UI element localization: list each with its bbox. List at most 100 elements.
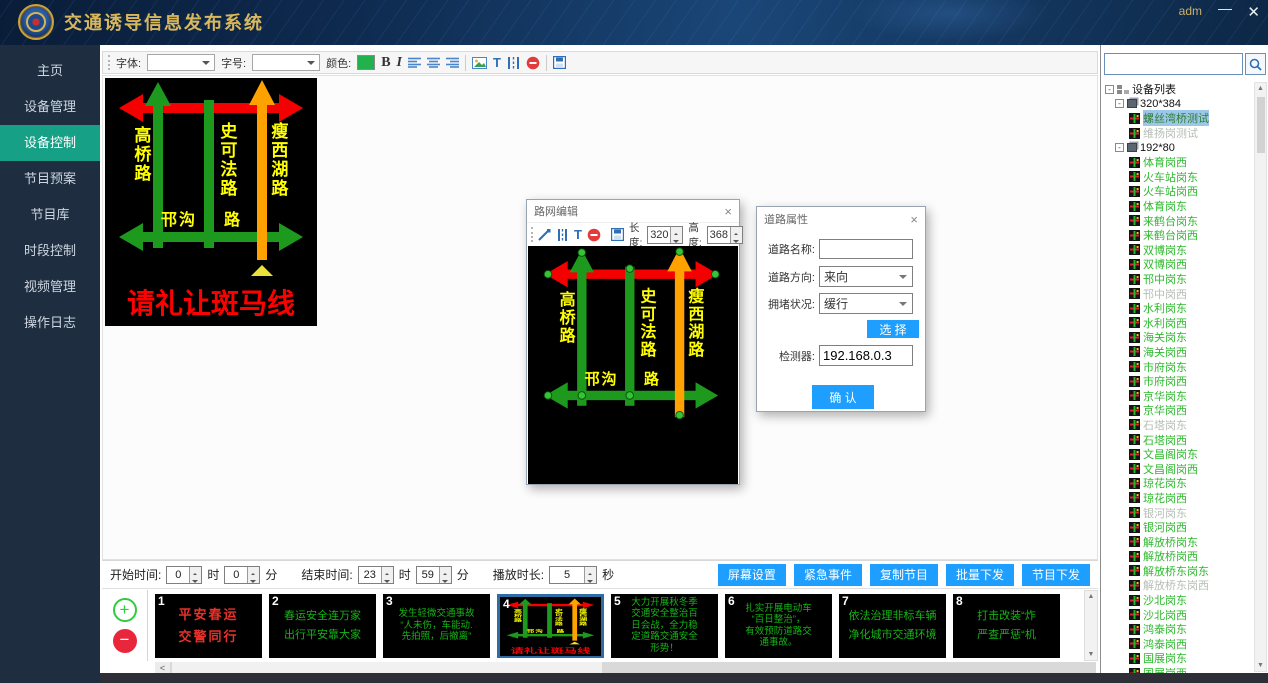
align-center-icon[interactable]	[427, 57, 440, 68]
device-tree-item[interactable]: 体育岗东	[1103, 199, 1256, 214]
sidebar-item[interactable]: 操作日志	[0, 305, 100, 341]
program-thumbnail[interactable]: 6扎实开展电动车“百日整治”，有效预防道路交通事故。	[725, 594, 832, 658]
device-tree-item[interactable]: 双博岗东	[1103, 243, 1256, 258]
align-left-icon[interactable]	[408, 57, 421, 68]
scrollbar-thumb[interactable]	[1257, 97, 1265, 153]
duration-stepper[interactable]: 5	[549, 566, 597, 584]
start-hour-stepper[interactable]: 0	[166, 566, 202, 584]
end-minute-stepper[interactable]: 59	[416, 566, 452, 584]
scroll-up-icon[interactable]: ▲	[1257, 85, 1264, 92]
program-thumbnail[interactable]: 2春运安全连万家出行平安靠大家	[269, 594, 376, 658]
sidebar-item[interactable]: 主页	[0, 53, 100, 89]
collapse-icon[interactable]: -	[1105, 85, 1114, 94]
start-minute-stepper[interactable]: 0	[224, 566, 260, 584]
device-search-input[interactable]	[1104, 53, 1243, 75]
device-tree-group[interactable]: -192*80	[1103, 140, 1256, 155]
program-thumbnail[interactable]: 8打击改装“炸严查严惩“机	[953, 594, 1060, 658]
sidebar-item[interactable]: 时段控制	[0, 233, 100, 269]
program-thumbnail[interactable]: 7依法治理非标车辆净化城市交通环境	[839, 594, 946, 658]
sidebar-item[interactable]: 设备管理	[0, 89, 100, 125]
size-select[interactable]	[252, 54, 320, 71]
device-tree-item[interactable]: 来鹤台岗东	[1103, 213, 1256, 228]
remove-program-button[interactable]: −	[113, 629, 137, 653]
device-tree-item[interactable]: 市府岗西	[1103, 374, 1256, 389]
device-tree-item[interactable]: 沙北岗东	[1103, 593, 1256, 608]
draw-line-icon[interactable]	[538, 229, 551, 241]
device-tree-item[interactable]: 文昌阁岗东	[1103, 447, 1256, 462]
align-right-icon[interactable]	[446, 57, 459, 68]
device-tree-item[interactable]: 京华岗东	[1103, 388, 1256, 403]
device-tree-item[interactable]: 海关岗西	[1103, 345, 1256, 360]
thumbnail-vertical-scrollbar[interactable]: ▲ ▼	[1084, 590, 1098, 661]
remove-icon[interactable]	[587, 228, 601, 242]
remove-icon[interactable]	[526, 56, 540, 70]
font-select[interactable]	[147, 54, 215, 71]
sidebar-item[interactable]: 设备控制	[0, 125, 100, 161]
congestion-select[interactable]: 缓行	[819, 293, 913, 314]
device-tree-scrollbar[interactable]: ▲ ▼	[1254, 82, 1267, 672]
close-icon[interactable]: ✕	[1247, 3, 1260, 21]
device-tree-item[interactable]: 火车站岗西	[1103, 184, 1256, 199]
device-tree-item[interactable]: 火车站岗东	[1103, 170, 1256, 185]
close-icon[interactable]: ×	[724, 204, 732, 219]
device-tree-item[interactable]: 解放桥岗东	[1103, 534, 1256, 549]
device-tree-item[interactable]: 国展岗东	[1103, 651, 1256, 666]
close-icon[interactable]: ×	[910, 212, 918, 227]
height-stepper[interactable]: 368	[707, 226, 743, 244]
action-button[interactable]: 复制节目	[870, 564, 938, 586]
text-tool-button[interactable]: T	[574, 227, 582, 242]
length-stepper[interactable]: 320	[647, 226, 683, 244]
device-tree-root[interactable]: -设备列表	[1103, 82, 1256, 97]
program-thumbnail[interactable]: 3发生轻微交通事故“人未伤，车能动.先拍照，后撤离”	[383, 594, 490, 658]
bold-button[interactable]: B	[381, 55, 390, 71]
action-button[interactable]: 屏幕设置	[718, 564, 786, 586]
scroll-down-icon[interactable]: ▼	[1088, 651, 1095, 658]
device-tree-item[interactable]: 邗中岗东	[1103, 272, 1256, 287]
device-tree-item[interactable]: 水利岗西	[1103, 316, 1256, 331]
device-tree-item[interactable]: 水利岗东	[1103, 301, 1256, 316]
device-tree-item[interactable]: 国展岗西	[1103, 666, 1256, 673]
italic-button[interactable]: I	[397, 55, 402, 71]
road-tool-icon[interactable]	[556, 229, 569, 241]
search-button[interactable]	[1245, 53, 1266, 75]
select-detector-button[interactable]: 选 择	[867, 320, 919, 338]
device-tree-item[interactable]: 文昌阁岗西	[1103, 461, 1256, 476]
sidebar-item[interactable]: 节目库	[0, 197, 100, 233]
device-tree-item[interactable]: 邗中岗西	[1103, 286, 1256, 301]
road-direction-select[interactable]: 来向	[819, 266, 913, 287]
sidebar-item[interactable]: 视频管理	[0, 269, 100, 305]
text-tool-button[interactable]: T	[493, 55, 501, 70]
editor-canvas[interactable]: 高桥路 史可法路 瘦西湖路 邗沟 路 请礼让斑马线	[528, 246, 738, 484]
device-tree-item[interactable]: 鸿泰岗东	[1103, 622, 1256, 637]
device-tree-item[interactable]: 沙北岗西	[1103, 607, 1256, 622]
minimize-icon[interactable]: —	[1218, 0, 1232, 16]
program-thumbnail[interactable]: 4 高桥路 史可法路 瘦西湖路 邗沟 路 请礼让斑马线	[497, 594, 604, 658]
device-tree-item[interactable]: 鸿泰岗西	[1103, 637, 1256, 652]
action-button[interactable]: 批量下发	[946, 564, 1014, 586]
save-icon[interactable]	[553, 56, 566, 69]
detector-field[interactable]	[819, 345, 913, 366]
device-tree-item[interactable]: 海关岗东	[1103, 330, 1256, 345]
device-tree-item[interactable]: 银河岗西	[1103, 520, 1256, 535]
device-tree-item[interactable]: 琼花岗西	[1103, 491, 1256, 506]
toolbar-grip[interactable]	[108, 55, 110, 70]
scroll-up-icon[interactable]: ▲	[1088, 593, 1095, 600]
device-tree-group[interactable]: -320*384	[1103, 97, 1256, 112]
canvas-sign[interactable]: 高桥路 史可法路 瘦西湖路 邗沟 路 请礼让斑马线	[105, 78, 317, 326]
insert-image-icon[interactable]	[472, 57, 487, 69]
road-tool-icon[interactable]	[507, 57, 520, 69]
action-button[interactable]: 节目下发	[1022, 564, 1090, 586]
device-tree-item[interactable]: 来鹤台岗西	[1103, 228, 1256, 243]
add-program-button[interactable]: +	[113, 598, 137, 622]
color-swatch[interactable]	[357, 55, 375, 70]
device-tree-item[interactable]: 解放桥东岗东	[1103, 564, 1256, 579]
device-tree-item[interactable]: 体育岗西	[1103, 155, 1256, 170]
save-icon[interactable]	[611, 228, 624, 241]
device-tree-item[interactable]: 螺丝湾桥测试	[1103, 111, 1256, 126]
scroll-down-icon[interactable]: ▼	[1257, 662, 1264, 669]
confirm-button[interactable]: 确 认	[812, 385, 874, 409]
device-tree-item[interactable]: 石塔岗西	[1103, 432, 1256, 447]
collapse-icon[interactable]: -	[1115, 143, 1124, 152]
device-tree-item[interactable]: 京华岗西	[1103, 403, 1256, 418]
device-tree-item[interactable]: 银河岗东	[1103, 505, 1256, 520]
